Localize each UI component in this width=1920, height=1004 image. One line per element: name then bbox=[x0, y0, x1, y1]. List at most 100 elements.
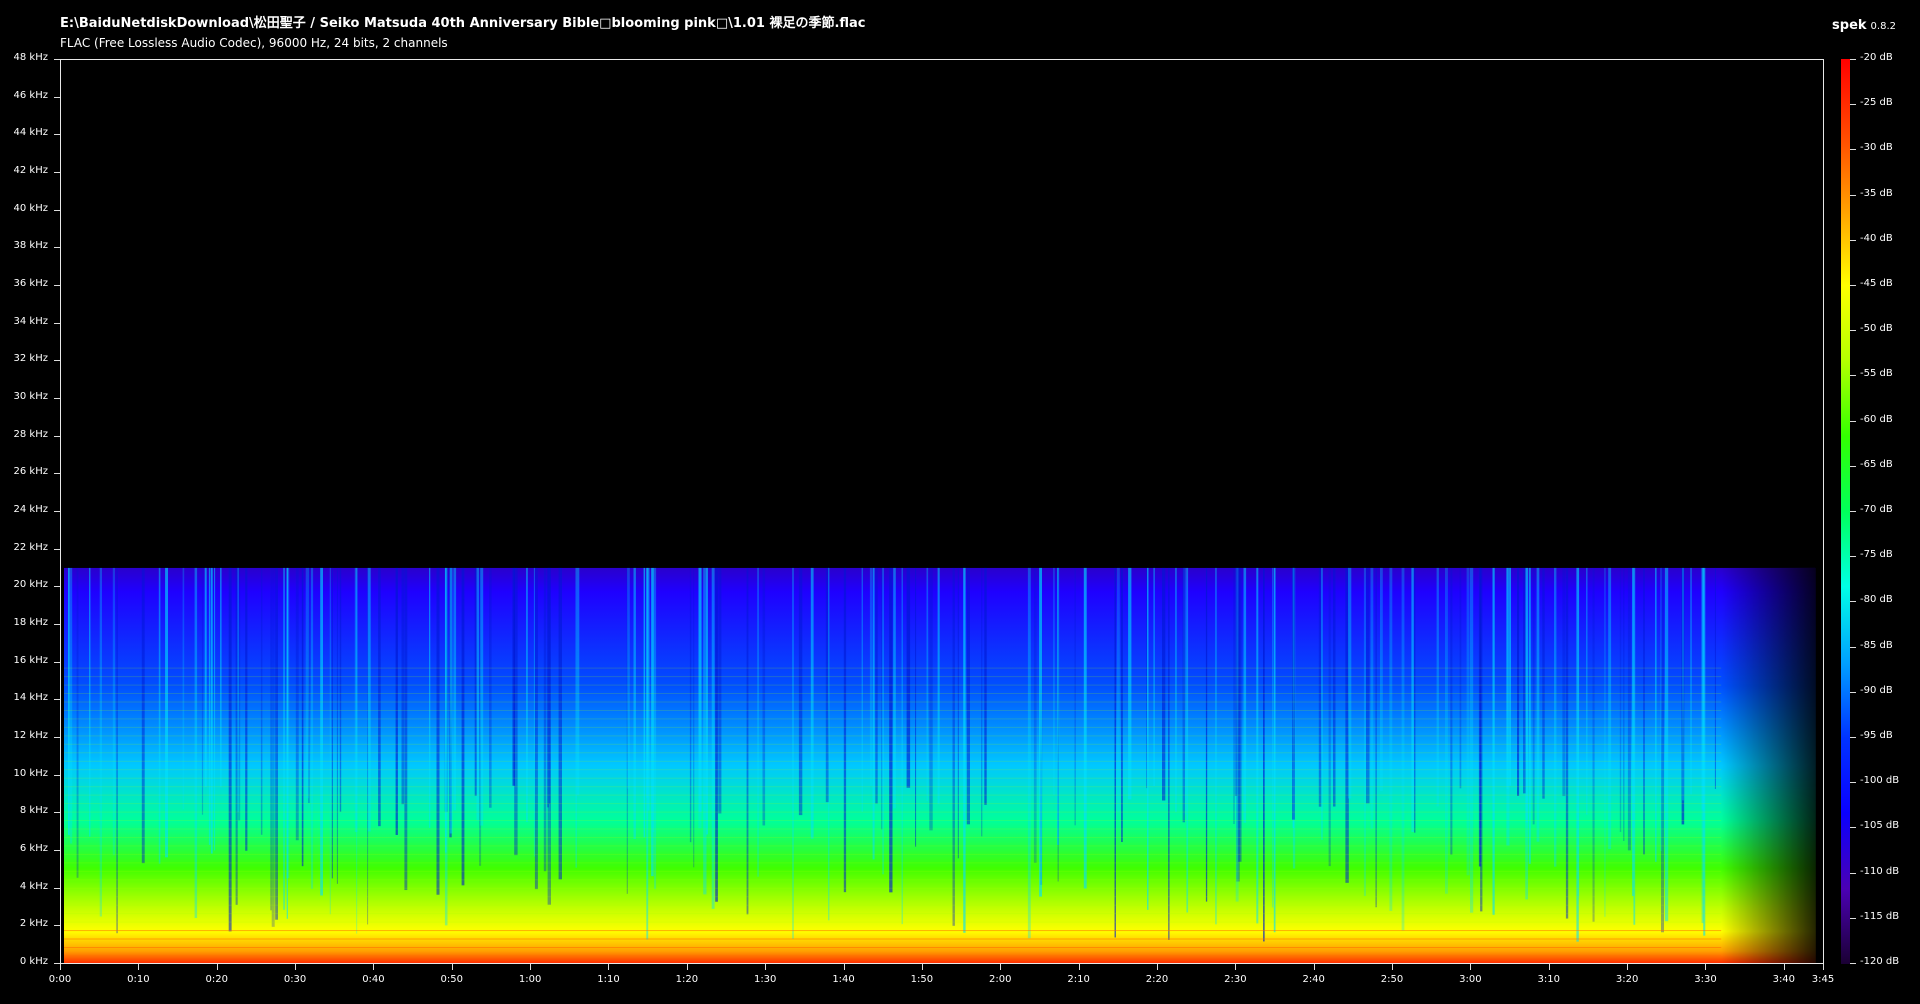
time-tick-label: 0:00 bbox=[48, 974, 72, 985]
transient-stripe bbox=[810, 567, 814, 839]
harmonic-line bbox=[64, 786, 1722, 788]
freq-tick-label: 24 kHz bbox=[13, 504, 48, 515]
transient-stripe bbox=[158, 567, 161, 864]
transient-stripe bbox=[889, 567, 893, 893]
transient-stripe bbox=[329, 567, 331, 915]
time-tick-mark bbox=[1627, 964, 1629, 970]
transient-stripe bbox=[689, 567, 692, 843]
transient-stripe bbox=[331, 567, 333, 879]
time-tick-mark bbox=[765, 964, 767, 970]
transient-stripe bbox=[1623, 567, 1625, 841]
freq-tick-label: 40 kHz bbox=[13, 202, 48, 214]
transient-stripe bbox=[449, 567, 453, 834]
freq-tick-mark bbox=[54, 285, 60, 286]
transient-stripe bbox=[1333, 567, 1336, 807]
db-tick-label: -35 dB bbox=[1860, 187, 1893, 199]
transient-stripe bbox=[429, 567, 431, 828]
time-tick-label: 1:20 bbox=[675, 974, 699, 985]
time-tick-mark bbox=[1548, 964, 1550, 970]
harmonic-line bbox=[64, 701, 1722, 703]
transient-stripe bbox=[1682, 567, 1684, 801]
harmonic-line bbox=[64, 667, 1722, 669]
time-tick-label: 3:20 bbox=[1615, 974, 1639, 985]
transient-stripe bbox=[201, 567, 204, 815]
transient-stripe bbox=[543, 567, 547, 872]
db-tick: -35 dB bbox=[1850, 188, 1920, 199]
db-tick-mark bbox=[1850, 782, 1856, 784]
transient-stripe bbox=[1714, 567, 1716, 789]
time-tick: 2:00 bbox=[989, 964, 1012, 985]
transient-stripe bbox=[354, 567, 358, 832]
transient-stripe bbox=[1273, 567, 1276, 933]
time-tick-mark bbox=[608, 964, 610, 970]
transient-stripe bbox=[654, 567, 657, 890]
time-tick-mark bbox=[921, 964, 923, 970]
spectrogram-canvas[interactable] bbox=[61, 60, 1823, 963]
db-tick-mark bbox=[1850, 917, 1856, 919]
transient-stripe bbox=[1389, 567, 1393, 912]
harmonic-line bbox=[64, 828, 1722, 830]
time-tick-label: 1:40 bbox=[832, 974, 855, 985]
transient-stripe bbox=[1660, 567, 1662, 852]
freq-tick-mark bbox=[54, 96, 60, 98]
transient-stripe bbox=[1205, 567, 1208, 902]
db-tick: -30 dB bbox=[1850, 142, 1920, 153]
time-tick: 1:00 bbox=[519, 964, 541, 985]
time-tick-mark bbox=[1156, 964, 1158, 970]
harmonic-line bbox=[64, 921, 1722, 923]
transient-stripe bbox=[1532, 567, 1535, 825]
transient-stripe bbox=[698, 567, 702, 829]
db-tick: -20 dB bbox=[1850, 52, 1920, 63]
db-tick: -55 dB bbox=[1850, 368, 1920, 379]
db-tick: -105 dB bbox=[1850, 820, 1920, 831]
transient-stripe bbox=[204, 567, 207, 788]
transient-stripe bbox=[651, 567, 654, 877]
harmonic-line bbox=[64, 676, 1722, 678]
freq-tick-mark bbox=[54, 737, 60, 738]
harmonic-line bbox=[64, 735, 1722, 737]
time-tick-label: 3:00 bbox=[1459, 974, 1482, 985]
spectrogram-plot[interactable] bbox=[60, 59, 1824, 964]
time-tick: 2:40 bbox=[1302, 964, 1325, 985]
harmonic-line bbox=[64, 803, 1722, 805]
transient-stripe bbox=[1147, 567, 1149, 910]
app-version: 0.8.2 bbox=[1870, 21, 1896, 32]
transient-stripe bbox=[1272, 567, 1274, 908]
freq-tick: 34 kHz bbox=[0, 316, 60, 327]
time-tick-mark bbox=[295, 964, 297, 970]
harmonic-line bbox=[64, 820, 1722, 821]
time-tick: 3:20 bbox=[1616, 964, 1638, 985]
harmonic-line bbox=[64, 693, 1722, 694]
freq-tick-label: 30 kHz bbox=[13, 391, 48, 402]
time-tick-label: 2:50 bbox=[1380, 974, 1404, 985]
transient-stripe bbox=[1057, 567, 1059, 882]
transient-stripe bbox=[872, 567, 875, 860]
transient-stripe bbox=[1162, 567, 1166, 801]
freq-tick-label: 2 kHz bbox=[19, 918, 48, 930]
harmonic-line bbox=[64, 913, 1722, 915]
transient-stripe bbox=[1401, 567, 1405, 931]
transient-stripe bbox=[906, 567, 911, 788]
db-tick-mark bbox=[1850, 375, 1856, 377]
db-tick: -40 dB bbox=[1850, 233, 1920, 244]
transient-stripe bbox=[792, 567, 794, 939]
freq-tick-mark bbox=[54, 172, 60, 173]
freq-tick-mark bbox=[54, 435, 60, 437]
freq-tick-label: 16 kHz bbox=[13, 654, 48, 666]
transient-stripe bbox=[746, 567, 749, 915]
transient-stripe bbox=[1116, 567, 1120, 813]
spectrogram-harmonics bbox=[64, 667, 1722, 957]
db-tick: -25 dB bbox=[1850, 97, 1920, 108]
transient-stripe bbox=[1459, 567, 1462, 789]
transient-stripe bbox=[116, 567, 118, 934]
transient-stripe bbox=[966, 567, 970, 825]
db-colorbar bbox=[1841, 59, 1850, 964]
harmonic-line bbox=[64, 837, 1722, 838]
transient-stripe bbox=[1411, 567, 1414, 832]
transient-stripe bbox=[1238, 567, 1242, 862]
transient-stripe bbox=[165, 567, 168, 858]
freq-tick-mark bbox=[54, 247, 60, 249]
transient-stripe bbox=[558, 567, 562, 880]
harmonic-line bbox=[64, 845, 1722, 847]
time-tick-mark bbox=[60, 964, 61, 970]
